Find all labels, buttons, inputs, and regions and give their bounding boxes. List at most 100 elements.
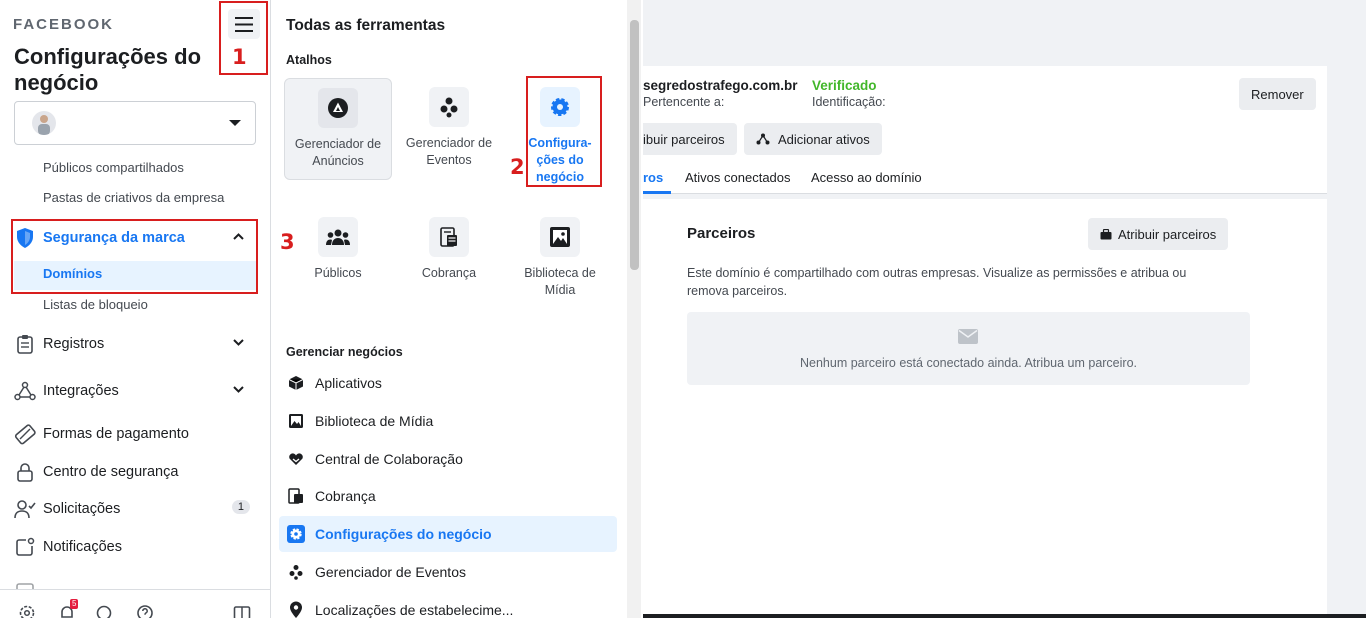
gear-icon bbox=[287, 525, 305, 543]
sidebar-item-label: Centro de segurança bbox=[43, 464, 179, 480]
image-icon bbox=[287, 412, 305, 430]
panel-toggle-icon[interactable] bbox=[233, 604, 251, 618]
avatar bbox=[32, 111, 56, 135]
shortcut-label: Gerenciador de Eventos bbox=[405, 136, 493, 167]
partners-card: Parceiros Atribuir parceiros Este domíni… bbox=[643, 199, 1327, 618]
integrations-icon bbox=[14, 380, 36, 402]
partners-description: Este domínio é compartilhado com outras … bbox=[687, 266, 1187, 298]
notification-square-icon bbox=[14, 536, 36, 558]
tab-partners[interactable]: ros bbox=[643, 170, 663, 185]
chevron-down-icon bbox=[233, 386, 244, 393]
tools-scrollbar-thumb[interactable] bbox=[630, 20, 639, 270]
audiences-icon bbox=[318, 217, 358, 257]
user-check-icon bbox=[14, 498, 36, 520]
tool-events-manager[interactable]: Gerenciador de Eventos bbox=[279, 554, 617, 590]
remove-button[interactable]: Remover bbox=[1239, 78, 1316, 110]
image-icon bbox=[540, 217, 580, 257]
tool-label: Gerenciador de Eventos bbox=[315, 564, 466, 580]
business-settings-sidebar: FACEBOOK Configurações do negócio Públic… bbox=[0, 0, 271, 618]
manage-business-label: Gerenciar negócios bbox=[286, 345, 403, 359]
domain-name: segredostrafego.com.br bbox=[643, 78, 798, 93]
gear-icon[interactable] bbox=[18, 604, 36, 618]
shortcut-audiences[interactable]: Públicos bbox=[284, 208, 392, 310]
briefcase-icon bbox=[1100, 228, 1112, 239]
shortcut-billing[interactable]: Cobrança bbox=[395, 208, 503, 310]
tool-label: Configurações do negócio bbox=[315, 526, 492, 542]
shortcut-ads-manager[interactable]: Gerenciador de Anúncios bbox=[284, 78, 392, 180]
verification-status: Verificado bbox=[812, 78, 877, 93]
shortcut-label: Gerenciador de Anúncios bbox=[294, 137, 382, 168]
add-assets-button[interactable]: Adicionar ativos bbox=[744, 123, 882, 155]
envelope-icon bbox=[958, 329, 978, 344]
help-icon[interactable] bbox=[136, 604, 154, 618]
empty-state-text: Nenhum parceiro está conectado ainda. At… bbox=[800, 356, 1137, 370]
sidebar-item-payment-methods[interactable]: Formas de pagamento bbox=[14, 419, 256, 449]
notification-count-badge: 5 bbox=[70, 599, 79, 609]
events-manager-icon bbox=[429, 87, 469, 127]
shortcut-label: Biblioteca de Mídia bbox=[524, 266, 596, 297]
chevron-down-icon bbox=[233, 339, 244, 346]
page-title: Configurações do negócio bbox=[14, 44, 202, 95]
domain-owner-label: Pertencente a: bbox=[643, 95, 725, 109]
tab-connected-assets[interactable]: Ativos conectados bbox=[685, 170, 791, 185]
tools-panel-title: Todas as ferramentas bbox=[286, 17, 446, 34]
billing-icon bbox=[429, 217, 469, 257]
sidebar-item-records[interactable]: Registros bbox=[14, 329, 256, 359]
credit-card-icon bbox=[14, 423, 36, 445]
domain-id-label: Identificação: bbox=[812, 95, 886, 109]
cube-icon bbox=[287, 374, 305, 392]
sidebar-item-label: Solicitações bbox=[43, 501, 121, 517]
ads-manager-icon bbox=[318, 88, 358, 128]
active-tab-indicator bbox=[643, 191, 671, 194]
shortcut-media-library[interactable]: Biblioteca de Mídia bbox=[506, 208, 614, 310]
sidebar-item-label: Registros bbox=[43, 336, 105, 352]
chevron-down-icon bbox=[229, 120, 241, 126]
window-bottom-edge bbox=[643, 614, 1366, 618]
shortcut-label: Cobrança bbox=[421, 266, 477, 280]
partners-empty-state: Nenhum parceiro está conectado ainda. At… bbox=[687, 312, 1250, 385]
sidebar-item-label: Integrações bbox=[43, 383, 119, 399]
partners-title: Parceiros bbox=[687, 225, 756, 242]
sidebar-item-label: Notificações bbox=[43, 539, 122, 555]
lock-icon bbox=[14, 461, 36, 483]
sidebar-item-block-lists[interactable]: Listas de bloqueio bbox=[43, 297, 148, 312]
sidebar-item-notifications[interactable]: Notificações bbox=[14, 532, 256, 562]
shortcut-events-manager[interactable]: Gerenciador de Eventos bbox=[395, 78, 503, 180]
requests-count-badge: 1 bbox=[231, 500, 250, 514]
annotation-number: 2 bbox=[510, 155, 525, 179]
sidebar-item-label: Formas de pagamento bbox=[43, 426, 189, 442]
tool-billing[interactable]: Cobrança bbox=[279, 478, 617, 514]
sidebar-item-shared-audiences[interactable]: Públicos compartilhados bbox=[43, 160, 184, 175]
handshake-icon bbox=[287, 450, 305, 468]
sidebar-item-integrations[interactable]: Integrações bbox=[14, 376, 256, 406]
annotation-box-brand-safety bbox=[11, 219, 258, 294]
tool-label: Aplicativos bbox=[315, 375, 382, 391]
sidebar-item-requests[interactable]: Solicitações 1 bbox=[14, 494, 256, 524]
location-pin-icon bbox=[287, 601, 305, 618]
sidebar-footer: 5 bbox=[0, 589, 270, 618]
sidebar-item-creative-folders[interactable]: Pastas de criativos da empresa bbox=[43, 190, 224, 205]
annotation-box-business-settings bbox=[526, 76, 602, 187]
tool-label: Biblioteca de Mídia bbox=[315, 413, 434, 429]
tab-domain-access[interactable]: Acesso ao domínio bbox=[811, 170, 922, 185]
tool-business-settings[interactable]: Configurações do negócio bbox=[279, 516, 617, 552]
clipboard-icon bbox=[14, 333, 36, 355]
tool-collaboration-center[interactable]: Central de Colaboração bbox=[279, 441, 617, 477]
sidebar-item-security-center[interactable]: Centro de segurança bbox=[14, 457, 256, 487]
tool-media-library[interactable]: Biblioteca de Mídia bbox=[279, 403, 617, 439]
business-account-selector[interactable] bbox=[14, 101, 256, 145]
tool-locations[interactable]: Localizações de estabelecime... bbox=[279, 592, 617, 618]
tool-label: Cobrança bbox=[315, 488, 376, 504]
events-manager-icon bbox=[287, 563, 305, 581]
assign-partners-button[interactable]: ibuir parceiros bbox=[643, 123, 737, 155]
domain-details-card: segredostrafego.com.br Pertencente a: Ve… bbox=[643, 66, 1327, 194]
button-label: Adicionar ativos bbox=[778, 131, 870, 147]
assets-icon bbox=[756, 133, 770, 145]
shortcut-label: Públicos bbox=[314, 266, 362, 280]
tool-apps[interactable]: Aplicativos bbox=[279, 365, 617, 401]
billing-icon bbox=[287, 487, 305, 505]
assign-partners-button[interactable]: Atribuir parceiros bbox=[1088, 218, 1229, 250]
search-icon[interactable] bbox=[95, 604, 113, 618]
button-label: Atribuir parceiros bbox=[1118, 226, 1217, 242]
annotation-number: 1 bbox=[232, 45, 247, 69]
